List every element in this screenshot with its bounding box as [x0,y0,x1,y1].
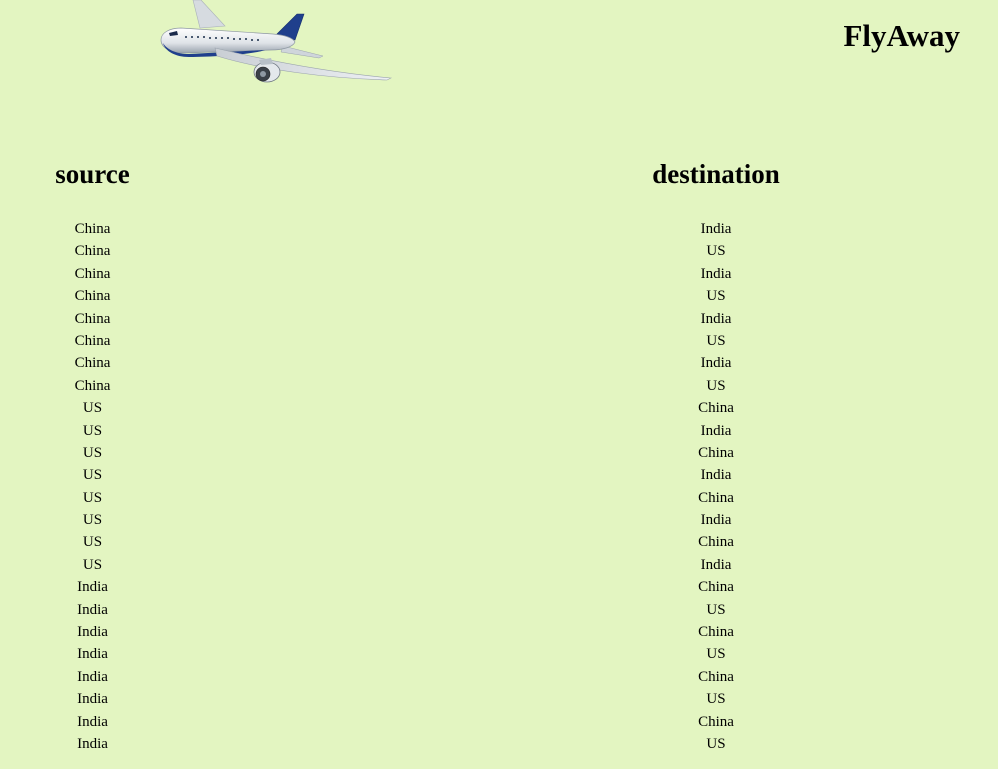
source-item: China [74,332,111,349]
source-column: source China China China China China China Chi… [40,157,145,755]
destination-item: US [706,243,726,260]
destination-item: China [698,713,734,730]
source-item: China [74,310,111,327]
destination-item: US [706,332,726,349]
destination-list: India US India US India US India US China India Ch… [620,218,812,755]
source-item: US [82,556,103,573]
destination-item: China [698,400,734,417]
destination-heading: destination [652,159,780,189]
destination-item: China [698,579,734,596]
destination-item: India [700,265,732,282]
source-item: China [74,243,111,260]
destination-item: India [700,422,732,439]
destination-item: China [698,534,734,551]
source-item: US [82,467,103,484]
source-item: India [77,713,108,730]
source-item: US [82,512,103,529]
source-item: India [77,624,108,641]
destination-item: US [706,691,726,708]
destination-item: China [698,444,734,461]
destination-item: US [706,601,726,618]
destination-item: US [706,735,726,752]
source-item: US [82,534,103,551]
destination-item: India [700,221,732,237]
source-item: US [82,444,103,461]
destination-item: US [706,288,726,305]
destination-item: India [700,310,732,327]
source-item: India [77,601,108,618]
source-item: China [74,288,111,305]
source-list: China China China China China China China China… [40,218,145,755]
brand-title: FlyAway [843,18,960,53]
source-item: China [74,355,111,372]
destination-item: US [706,377,726,394]
destination-item: India [700,467,732,484]
source-item: India [77,668,108,685]
destination-item: India [700,556,732,573]
source-item: China [74,377,111,394]
destination-item: India [700,512,732,529]
destination-item: China [698,668,734,685]
destination-item: US [706,646,726,663]
source-item: China [74,221,111,237]
destination-item: China [698,489,734,506]
source-heading: source [55,159,130,189]
destination-item: China [698,624,734,641]
destination-column: destination India US India US India US India US… [620,157,812,755]
source-item: US [82,422,103,439]
source-item: China [74,265,111,282]
source-item: India [77,735,108,752]
airplane-icon [155,0,395,88]
source-item: India [77,579,108,596]
source-item: India [77,646,108,663]
source-item: India [77,691,108,708]
destination-item: India [700,355,732,372]
source-item: US [82,489,103,506]
source-item: US [82,400,103,417]
